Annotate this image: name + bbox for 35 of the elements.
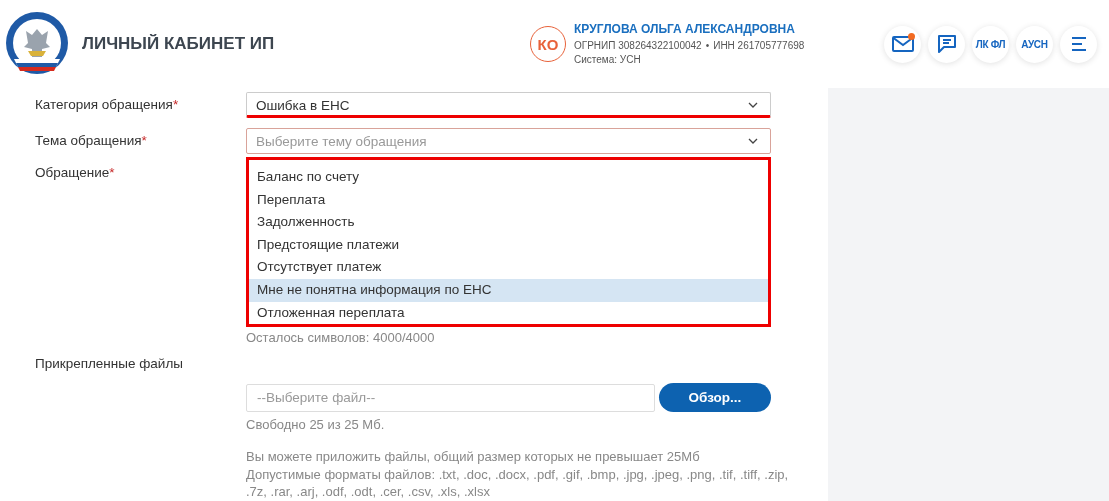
app-title: ЛИЧНЫЙ КАБИНЕТ ИП [82,34,276,54]
dropdown-option[interactable]: Предстоящие платежи [249,233,768,257]
browse-button[interactable]: Обзор... [658,383,771,412]
notification-dot [908,32,915,40]
dropdown-option[interactable]: Отсутствует платеж [249,256,768,279]
chat-icon [936,34,957,54]
account-link-button[interactable]: АУСН [1016,25,1053,63]
dropdown-option[interactable]: Переплата [249,188,768,212]
menu-icon [1070,36,1087,52]
dropdown-option[interactable]: Задолженность [249,211,768,234]
ogrnip-text: ОГРНИП 308264322100042 [574,38,702,53]
hint-text: Вы можете приложить файлы, общий размер которых не превышает 25Мб [246,448,701,466]
mail-icon [891,36,914,52]
user-name[interactable]: КРУГЛОВА ОЛЬГА АЛЕКСАНДРОВНА [574,21,805,36]
chevron-down-icon [748,138,758,144]
dropdown-option[interactable]: Отложенная переплата [249,301,768,325]
mail-button[interactable] [884,25,921,63]
tax-system-text: Система: УСН [574,52,641,67]
dropdown-option[interactable]: Мне не понятна информация по ЕНС [249,278,768,302]
emblem-icon [4,11,70,77]
hint-text: Допустимые форматы файлов: .txt, .doc, .docx, .pdf, .gif, .bmp, .jpg, .jpeg, .png, .tif, .tiff, .zip, .7z, .rar, .arj, .odf, .odt, .cer, .csv, .xls, .xlsx [246,465,790,501]
field-label: Обращение* [35,164,116,182]
character-counter: Осталось символов: 4000/4000 [246,330,436,345]
category-select[interactable]: Ошибка в ЕНС [246,92,771,118]
separator-dot: • [705,38,710,53]
field-label: Прикрепленные файлы [35,355,184,373]
storage-text: Свободно 25 из 25 Мб. [246,417,386,432]
menu-button[interactable] [1060,25,1097,63]
field-label: Категория обращения* [35,96,180,114]
chat-button[interactable] [928,25,965,63]
field-label: Тема обращения* [35,132,148,150]
inn-text: ИНН 261705777698 [713,38,805,53]
chevron-down-icon [748,102,758,108]
dropdown-option[interactable]: Баланс по счету [249,166,768,189]
account-link-button[interactable]: ЛК ФЛ [972,25,1009,63]
